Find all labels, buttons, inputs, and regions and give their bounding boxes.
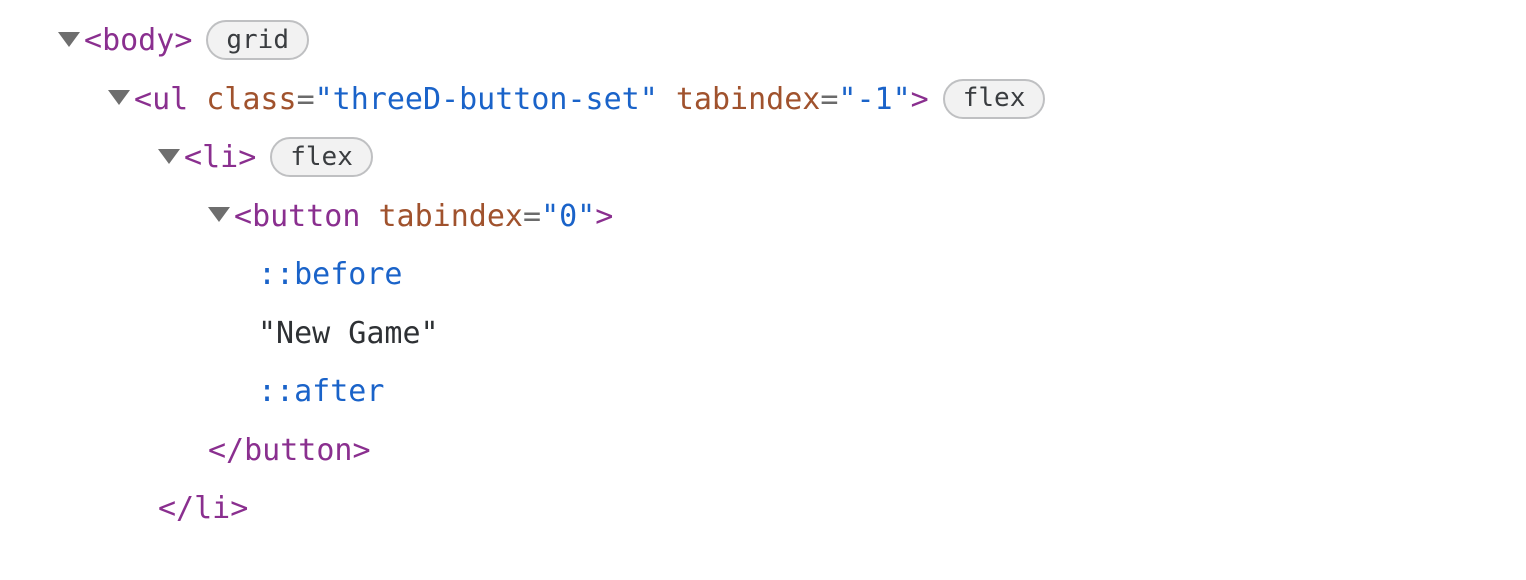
angle-open: <	[134, 82, 152, 117]
ul-open-tag[interactable]: <ul class="threeD-button-set" tabindex="…	[134, 71, 929, 130]
angle-close: >	[911, 82, 929, 117]
tree-row-body[interactable]: <body> grid	[0, 12, 1526, 71]
tree-row-pseudo-before[interactable]: ::before	[0, 246, 1526, 305]
angle-open-close: </	[208, 433, 244, 468]
layout-badge-flex[interactable]: flex	[270, 137, 373, 177]
attr-eq: =	[523, 199, 541, 234]
dom-tree[interactable]: <body> grid <ul class="threeD-button-set…	[0, 0, 1526, 539]
attr-name-tabindex: tabindex	[676, 82, 821, 117]
angle-close: >	[595, 199, 613, 234]
tag-name-ul: ul	[152, 82, 188, 117]
tree-row-li-close[interactable]: </li>	[0, 480, 1526, 539]
text-node: "New Game"	[258, 305, 439, 364]
angle-close: >	[238, 140, 256, 175]
button-close-tag: </button>	[208, 422, 371, 481]
attr-eq: =	[820, 82, 838, 117]
attr-name-class: class	[206, 82, 296, 117]
attr-val-tabindex: "-1"	[838, 82, 910, 117]
chevron-down-icon[interactable]	[208, 207, 230, 222]
chevron-down-icon[interactable]	[158, 149, 180, 164]
attr-eq: =	[297, 82, 315, 117]
tree-row-button[interactable]: <button tabindex="0">	[0, 188, 1526, 247]
layout-badge-grid[interactable]: grid	[206, 20, 309, 60]
tag-name-li: li	[202, 140, 238, 175]
angle-open: <	[234, 199, 252, 234]
tree-row-li[interactable]: <li> flex	[0, 129, 1526, 188]
li-open-tag[interactable]: <li>	[184, 129, 256, 188]
angle-close: >	[353, 433, 371, 468]
li-close-tag: </li>	[158, 480, 248, 539]
tree-row-ul[interactable]: <ul class="threeD-button-set" tabindex="…	[0, 71, 1526, 130]
angle-open: <	[184, 140, 202, 175]
tag-name-button: button	[252, 199, 360, 234]
attr-name-tabindex: tabindex	[379, 199, 524, 234]
angle-close: >	[174, 23, 192, 58]
tag-name-body: body	[102, 23, 174, 58]
layout-badge-flex[interactable]: flex	[943, 79, 1046, 119]
angle-open: <	[84, 23, 102, 58]
pseudo-before: ::before	[258, 246, 403, 305]
pseudo-after: ::after	[258, 363, 384, 422]
body-open-tag[interactable]: <body>	[84, 12, 192, 71]
angle-close: >	[230, 491, 248, 526]
tree-row-button-close[interactable]: </button>	[0, 422, 1526, 481]
attr-val-class: "threeD-button-set"	[315, 82, 658, 117]
button-open-tag[interactable]: <button tabindex="0">	[234, 188, 613, 247]
chevron-down-icon[interactable]	[58, 32, 80, 47]
angle-open-close: </	[158, 491, 194, 526]
tag-name-li: li	[194, 491, 230, 526]
tag-name-button: button	[244, 433, 352, 468]
tree-row-text-node[interactable]: "New Game"	[0, 305, 1526, 364]
tree-row-pseudo-after[interactable]: ::after	[0, 363, 1526, 422]
chevron-down-icon[interactable]	[108, 90, 130, 105]
attr-val-tabindex: "0"	[541, 199, 595, 234]
